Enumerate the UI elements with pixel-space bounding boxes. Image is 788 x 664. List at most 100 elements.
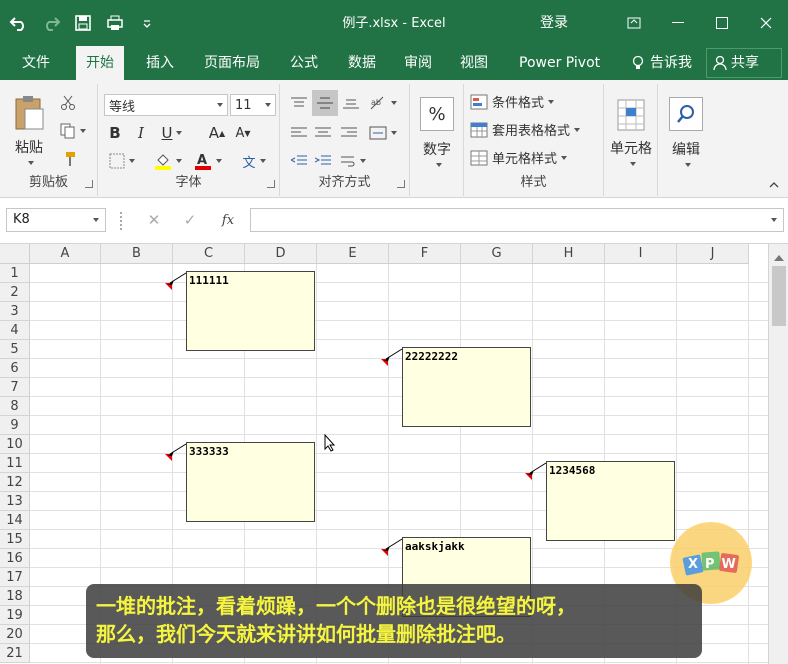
orientation-icon[interactable]: ab [368, 92, 398, 114]
column-header[interactable]: H [533, 244, 605, 264]
login-link[interactable]: 登录 [540, 12, 568, 32]
decrease-indent-icon[interactable] [288, 150, 310, 172]
row-header[interactable]: 11 [0, 454, 30, 473]
tab-power-pivot[interactable]: Power Pivot [509, 46, 610, 80]
row-header[interactable]: 8 [0, 397, 30, 416]
italic-button[interactable]: I [132, 122, 150, 144]
confirm-entry-icon[interactable]: ✓ [178, 210, 202, 230]
cancel-entry-icon[interactable]: ✕ [142, 210, 166, 230]
align-right-icon[interactable] [338, 122, 360, 144]
row-header[interactable]: 19 [0, 606, 30, 625]
column-header[interactable]: I [605, 244, 677, 264]
column-header[interactable]: F [389, 244, 461, 264]
tab-data[interactable]: 数据 [338, 46, 386, 80]
row-header[interactable]: 10 [0, 435, 30, 454]
comment-leader-arrow [384, 348, 403, 361]
vertical-scrollbar[interactable] [768, 244, 788, 664]
increase-font-button[interactable]: A ▲ [206, 122, 228, 144]
phonetic-button[interactable]: 文 [236, 150, 272, 172]
row-header[interactable]: 9 [0, 416, 30, 435]
row-header[interactable]: 18 [0, 587, 30, 606]
format-painter-icon[interactable] [56, 148, 80, 170]
row-header[interactable]: 6 [0, 359, 30, 378]
editing-button[interactable]: 编辑 [662, 90, 710, 174]
formula-bar-grip[interactable] [120, 212, 122, 230]
ribbon-display-icon[interactable] [612, 0, 656, 46]
column-header[interactable]: E [317, 244, 389, 264]
row-header[interactable]: 4 [0, 321, 30, 340]
tab-formulas[interactable]: 公式 [280, 46, 328, 80]
row-header[interactable]: 3 [0, 302, 30, 321]
column-header[interactable]: A [30, 244, 101, 264]
increase-indent-icon[interactable] [312, 150, 334, 172]
column-header[interactable]: J [677, 244, 749, 264]
row-header[interactable]: 21 [0, 644, 30, 663]
paste-button[interactable]: 粘贴 [8, 90, 50, 170]
borders-button[interactable] [104, 150, 140, 172]
row-header[interactable]: 14 [0, 511, 30, 530]
format-as-table-button[interactable]: 套用表格格式 [470, 120, 581, 139]
select-all-corner[interactable] [0, 244, 30, 264]
comment-box[interactable]: 1234568 [546, 461, 675, 541]
align-top-icon[interactable] [288, 92, 310, 114]
tab-file[interactable]: 文件 [12, 46, 60, 80]
minimize-icon[interactable] [656, 0, 700, 46]
font-color-button[interactable]: A [190, 150, 226, 172]
copy-icon[interactable] [56, 120, 90, 142]
conditional-formatting-button[interactable]: 条件格式 [470, 92, 555, 111]
row-header[interactable]: 5 [0, 340, 30, 359]
name-box[interactable]: K8 [6, 208, 106, 232]
maximize-icon[interactable] [700, 0, 744, 46]
cell-styles-button[interactable]: 单元格样式 [470, 148, 568, 167]
scroll-thumb[interactable] [772, 266, 786, 326]
close-icon[interactable] [744, 0, 788, 46]
tell-me-button[interactable]: 告诉我 [626, 46, 702, 80]
align-center-icon[interactable] [312, 122, 334, 144]
scroll-up-icon[interactable] [774, 250, 784, 264]
cell-styles-label: 单元格样式 [492, 152, 558, 167]
formula-input[interactable] [250, 208, 784, 232]
insert-function-icon[interactable]: fx [214, 210, 242, 230]
font-name-dropdown[interactable]: 等线 [104, 94, 228, 116]
alignment-launcher-icon[interactable] [397, 180, 405, 188]
tab-review[interactable]: 审阅 [394, 46, 442, 80]
bold-button[interactable]: B [106, 122, 124, 144]
font-launcher-icon[interactable] [267, 180, 275, 188]
ribbon: 粘贴 剪贴板 等线 11 B I U A ▲ A ▼ A 文 字体 ab 对齐方… [0, 80, 788, 198]
fill-color-button[interactable] [150, 150, 186, 172]
row-header[interactable]: 17 [0, 568, 30, 587]
row-header[interactable]: 7 [0, 378, 30, 397]
comment-box[interactable]: 333333 [186, 442, 315, 522]
comment-box[interactable]: 111111 [186, 271, 315, 351]
tab-view[interactable]: 视图 [450, 46, 498, 80]
column-header[interactable]: B [101, 244, 173, 264]
decrease-font-button[interactable]: A ▼ [232, 122, 254, 144]
align-bottom-icon[interactable] [340, 92, 362, 114]
row-header[interactable]: 20 [0, 625, 30, 644]
row-header[interactable]: 15 [0, 530, 30, 549]
tab-page-layout[interactable]: 页面布局 [194, 46, 270, 80]
clipboard-launcher-icon[interactable] [85, 180, 93, 188]
row-header[interactable]: 12 [0, 473, 30, 492]
wrap-text-icon[interactable] [338, 150, 368, 172]
tab-insert[interactable]: 插入 [136, 46, 184, 80]
merge-center-icon[interactable] [368, 122, 398, 144]
column-header[interactable]: D [245, 244, 317, 264]
row-header[interactable]: 16 [0, 549, 30, 568]
align-middle-icon[interactable] [312, 90, 338, 116]
row-header[interactable]: 1 [0, 264, 30, 283]
cells-button[interactable]: 单元格 [606, 90, 656, 174]
column-header[interactable]: G [461, 244, 533, 264]
cut-icon[interactable] [56, 92, 80, 114]
row-header[interactable]: 2 [0, 283, 30, 302]
collapse-ribbon-icon[interactable] [766, 178, 782, 192]
share-button[interactable]: 共享 [706, 48, 782, 78]
comment-box[interactable]: 22222222 [402, 347, 531, 427]
tab-home[interactable]: 开始 [76, 46, 124, 80]
underline-button[interactable]: U [156, 122, 188, 144]
align-left-icon[interactable] [288, 122, 310, 144]
column-header[interactable]: C [173, 244, 245, 264]
number-format-button[interactable]: % 数字 [416, 90, 458, 174]
font-size-dropdown[interactable]: 11 [230, 94, 276, 116]
row-header[interactable]: 13 [0, 492, 30, 511]
